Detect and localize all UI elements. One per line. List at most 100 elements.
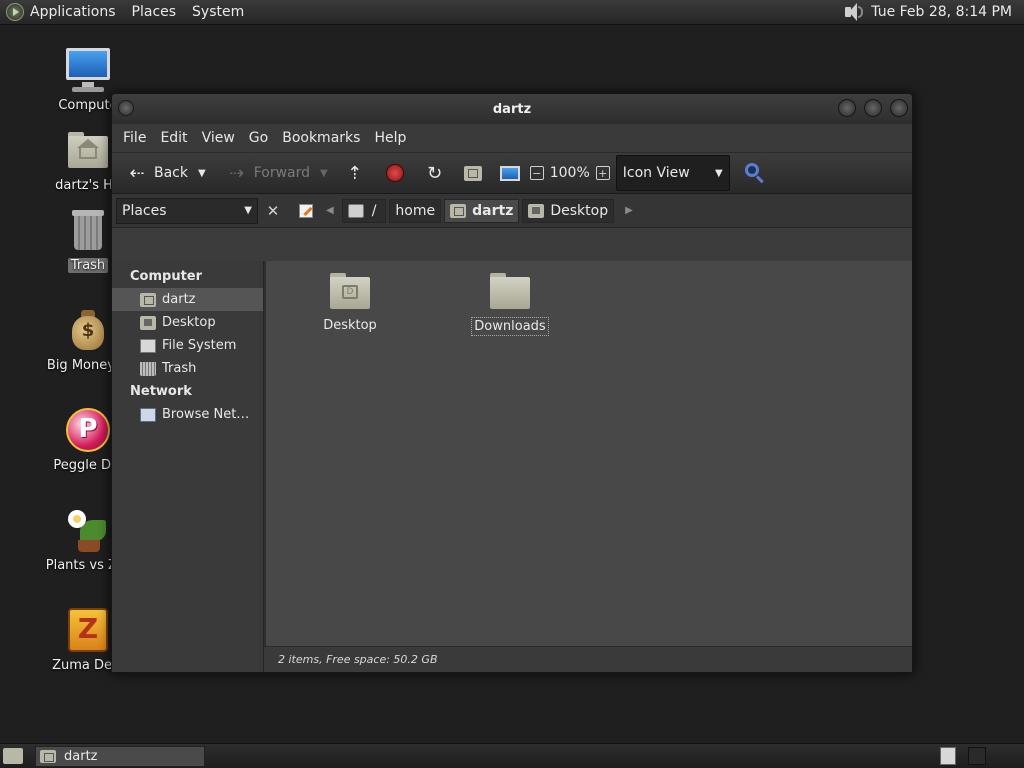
crumb-root[interactable]: / [341,198,387,223]
trash-icon [140,361,156,376]
desktop-folder-icon: D [328,271,372,311]
toolbar: ⇠ Back ▼ ⇢ Forward ▼ ⇡ ↻ − 100% + Icon V… [112,152,912,194]
sidebar-item-dartz[interactable]: dartz [112,288,263,311]
up-arrow-icon: ⇡ [347,162,363,184]
close-sidebar-icon[interactable]: ✕ [262,200,284,222]
pencil-icon [299,203,313,218]
system-menu[interactable]: System [184,0,252,25]
peggle-icon: P [64,406,112,454]
sidebar-selector[interactable]: Places ▼ [116,197,258,224]
top-panel: Applications Places System Tue Feb 28, 8… [0,0,1024,25]
places-menu[interactable]: Places [124,0,185,25]
applications-logo-icon[interactable] [6,3,24,21]
close-window-button[interactable] [890,99,908,117]
menu-file[interactable]: File [116,130,153,146]
plants-icon [64,506,112,554]
sidebar-heading-computer: Computer [130,269,203,284]
window-titlebar[interactable]: dartz [112,94,912,124]
menu-help[interactable]: Help [367,130,413,146]
back-label: Back [154,165,188,181]
crumb-label: dartz [472,202,514,219]
reload-icon: ↻ [427,162,443,184]
show-desktop-icon[interactable] [3,748,23,764]
taskbar-item-dartz[interactable]: dartz [35,745,205,767]
forward-history-dropdown[interactable]: ▼ [316,168,332,179]
stop-icon [385,164,404,182]
panel-tray: Tue Feb 28, 8:14 PM [841,0,1024,24]
bottom-panel: dartz [0,743,1024,768]
menu-go[interactable]: Go [242,130,275,146]
home-icon [140,292,156,307]
sidebar-item-label: Desktop [162,315,216,330]
file-item-desktop[interactable]: D Desktop [295,271,405,334]
edit-location-button[interactable] [294,199,318,223]
places-sidebar: Computer dartz Desktop File System Trash… [112,261,264,672]
maximize-button[interactable] [864,99,882,117]
menubar: File Edit View Go Bookmarks Help [112,124,912,152]
window-menu-button[interactable] [118,100,134,116]
window-controls [838,99,908,117]
sidebar-item-label: File System [162,338,237,353]
crumb-label: home [395,202,436,219]
folder-icon [488,271,532,311]
stop-button[interactable] [380,157,410,189]
view-mode-select[interactable]: Icon View ▼ [615,155,730,191]
root-separator: / [371,202,377,219]
computer-button[interactable] [494,157,526,189]
forward-button[interactable]: ⇢ Forward [220,157,316,189]
file-manager-window: dartz File Edit View Go Bookmarks Help ⇠… [111,93,913,673]
window-title: dartz [492,101,532,117]
crumb-desktop[interactable]: Desktop [522,198,615,223]
sidebar-item-file-system[interactable]: File System [112,334,263,357]
zuma-icon: Z [64,606,112,654]
filesystem-icon [140,338,156,353]
applications-menu[interactable]: Applications [26,0,124,25]
taskbar-item-label: dartz [64,748,98,764]
file-item-downloads[interactable]: Downloads [455,271,565,336]
trash-icon [64,206,112,254]
sidebar-item-desktop[interactable]: Desktop [112,311,263,334]
computer-icon [499,165,520,181]
workspace-switcher-2[interactable] [968,747,986,765]
menu-edit[interactable]: Edit [153,130,194,146]
search-icon[interactable] [744,162,766,184]
up-button[interactable]: ⇡ [338,157,372,189]
forward-arrow-icon: ⇢ [229,162,245,184]
location-bar: Places ▼ ✕ ◀ / home dartz Desktop ▶ [112,194,912,228]
sidebar-item-browse-network[interactable]: Browse Net… [112,403,263,426]
desktop-icon [140,315,156,330]
crumb-dartz[interactable]: dartz [444,198,520,223]
workspace-switcher-1[interactable] [940,747,956,765]
forward-label: Forward [253,165,311,181]
zoom-level[interactable]: 100% [544,165,596,181]
menu-view[interactable]: View [195,130,242,146]
reload-button[interactable]: ↻ [418,157,452,189]
back-history-dropdown[interactable]: ▼ [194,168,210,179]
crumb-home[interactable]: home [389,198,442,223]
crumb-left-arrow-icon[interactable]: ◀ [318,205,342,216]
clock[interactable]: Tue Feb 28, 8:14 PM [871,4,1012,20]
sidebar-item-label: Browse Net… [162,407,250,422]
home-icon [40,749,56,763]
file-name: Desktop [323,318,377,333]
home-button[interactable] [458,157,488,189]
panel-menu: Applications Places System [0,0,252,24]
sidebar-item-label: dartz [162,292,196,307]
file-view[interactable]: D Desktop Downloads [264,261,912,672]
minimize-button[interactable] [838,99,856,117]
home-icon [450,203,467,218]
money-bag-icon: $ [64,306,112,354]
window-content: Computer dartz Desktop File System Trash… [112,261,912,672]
back-button[interactable]: ⇠ Back [120,157,194,189]
menu-bookmarks[interactable]: Bookmarks [275,130,367,146]
zoom-in-icon[interactable]: + [595,166,610,180]
home-icon [463,165,482,181]
volume-icon[interactable] [841,3,864,21]
desktop-icon [528,203,545,218]
crumb-right-arrow-icon[interactable]: ▶ [617,205,641,216]
sidebar-item-label: Trash [162,361,197,376]
zoom-out-icon[interactable]: − [529,166,544,180]
sidebar-item-trash[interactable]: Trash [112,357,263,380]
desktop-icon-label: Trash [67,258,109,273]
file-name: Downloads [471,317,549,336]
